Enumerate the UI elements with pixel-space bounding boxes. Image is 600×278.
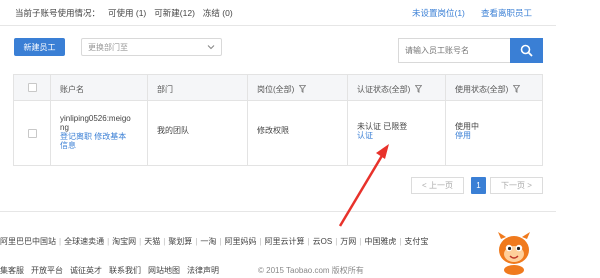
header-auth-status: 认证状态(全部) [357, 85, 411, 94]
footer-link[interactable]: 中国雅虎 [364, 237, 396, 246]
unassigned-position-link[interactable]: 未设置岗位(1) [412, 7, 465, 19]
header-account: 账户名 [60, 85, 84, 94]
footer-divider [0, 211, 556, 212]
header-use-filter[interactable]: 使用状态(全部) [455, 84, 520, 95]
disable-link[interactable]: 停用 [455, 131, 479, 140]
edit-permissions-link[interactable]: 修改权限 [257, 126, 289, 135]
new-employee-button[interactable]: 新建员工 [14, 38, 65, 56]
header-position-filter[interactable]: 岗位(全部) [257, 84, 306, 95]
select-all-checkbox[interactable] [28, 83, 37, 92]
footer-link[interactable]: 支付宝 [404, 237, 428, 246]
footer-link-secondary[interactable]: 诚征英才 [70, 266, 102, 275]
resign-link[interactable]: 登记离职 [60, 132, 92, 141]
employee-search-input[interactable] [398, 38, 510, 63]
footer-link[interactable]: 阿里云计算 [265, 237, 305, 246]
department-select-placeholder: 更换部门至 [88, 42, 128, 52]
edit-info-link[interactable]: 修改基本 [94, 132, 126, 141]
frozen-count: 冻结 (0) [202, 8, 233, 18]
auth-status-cell: 未认证 已限登 认证 [357, 122, 407, 140]
account-usage-stats: 当前子账号使用情况： 可使用 (1) 可新建(12) 冻结 (0) [15, 7, 241, 19]
header-use-status: 使用状态(全部) [455, 85, 509, 94]
footer-separator: | [59, 237, 62, 246]
footer-link-secondary[interactable]: 法律声明 [187, 266, 219, 275]
footer-separator: | [219, 237, 222, 246]
department-cell: 我的团队 [157, 126, 189, 135]
use-status-cell: 使用中 停用 [455, 122, 479, 140]
table-header: 账户名 部门 岗位(全部) 认证状态(全部) 使用状态(全部) [13, 74, 543, 101]
footer-links-secondary: 集客服 开放平台 诚征英才 联系我们 网站地图 法律声明 [0, 265, 226, 276]
row-checkbox[interactable] [28, 129, 37, 138]
footer-link[interactable]: 万网 [340, 237, 356, 246]
footer-link[interactable]: 聚划算 [168, 237, 192, 246]
resigned-employees-link[interactable]: 查看离职员工 [481, 7, 532, 19]
account-cell: yinliping0526:meigo ng 登记离职 修改基本 信息 [60, 114, 131, 150]
prev-page-button[interactable]: < 上一页 [411, 177, 464, 194]
footer-link-secondary[interactable]: 网站地图 [148, 266, 180, 275]
header-auth-filter[interactable]: 认证状态(全部) [357, 84, 422, 95]
header-position: 岗位(全部) [257, 85, 295, 94]
footer-link-secondary[interactable]: 联系我们 [109, 266, 141, 275]
account-name-line2: ng [60, 123, 69, 132]
auth-status-text: 未认证 已限登 [357, 122, 408, 131]
footer-link[interactable]: 淘宝网 [112, 237, 136, 246]
footer-separator: | [163, 237, 166, 246]
footer-separator: | [139, 237, 142, 246]
authenticate-link[interactable]: 认证 [357, 131, 407, 140]
footer-separator: | [307, 237, 310, 246]
table-row: yinliping0526:meigo ng 登记离职 修改基本 信息 我的团队… [13, 101, 543, 166]
header-department: 部门 [157, 85, 173, 94]
filter-icon [414, 85, 422, 93]
footer-separator: | [107, 237, 110, 246]
top-divider [0, 25, 556, 26]
use-status-text: 使用中 [455, 122, 479, 131]
account-name-line1: yinliping0526:meigo [60, 114, 131, 123]
copyright-text: © 2015 Taobao.com 版权所有 [258, 266, 364, 275]
footer-separator: | [399, 237, 402, 246]
filter-icon [512, 85, 520, 93]
footer-link-secondary[interactable]: 开放平台 [31, 266, 63, 275]
usable-count: 可使用 (1) [108, 8, 147, 18]
footer-links: 阿里巴巴中国站 | 全球速卖通 | 淘宝网 | 天猫 | 聚划算 | 一淘 | 阿里妈妈 | 阿里云计算 | 云… [0, 236, 428, 247]
footer-link-secondary[interactable]: 集客服 [0, 266, 24, 275]
footer-separator: | [359, 237, 362, 246]
footer-link[interactable]: 云OS [313, 237, 333, 246]
footer-link[interactable]: 一淘 [200, 237, 216, 246]
footer-separator: | [259, 237, 262, 246]
footer-link[interactable]: 全球速卖通 [64, 237, 104, 246]
edit-info-link-cont[interactable]: 信息 [60, 141, 131, 150]
search-icon [520, 44, 533, 57]
department-select[interactable]: 更换部门至 [81, 38, 222, 56]
footer-separator: | [335, 237, 338, 246]
chevron-down-icon [207, 45, 215, 50]
taobao-mascot-icon [498, 232, 530, 275]
footer-link[interactable]: 天猫 [144, 237, 160, 246]
next-page-button[interactable]: 下一页 > [490, 177, 543, 194]
footer-separator: | [195, 237, 198, 246]
footer-link[interactable]: 阿里妈妈 [224, 237, 256, 246]
usage-label: 当前子账号使用情况： [15, 8, 101, 18]
footer-link[interactable]: 阿里巴巴中国站 [0, 237, 56, 246]
creatable-count: 可新建(12) [154, 8, 195, 18]
search-button[interactable] [510, 38, 543, 63]
page-number-current[interactable]: 1 [471, 177, 486, 194]
filter-icon [298, 85, 306, 93]
